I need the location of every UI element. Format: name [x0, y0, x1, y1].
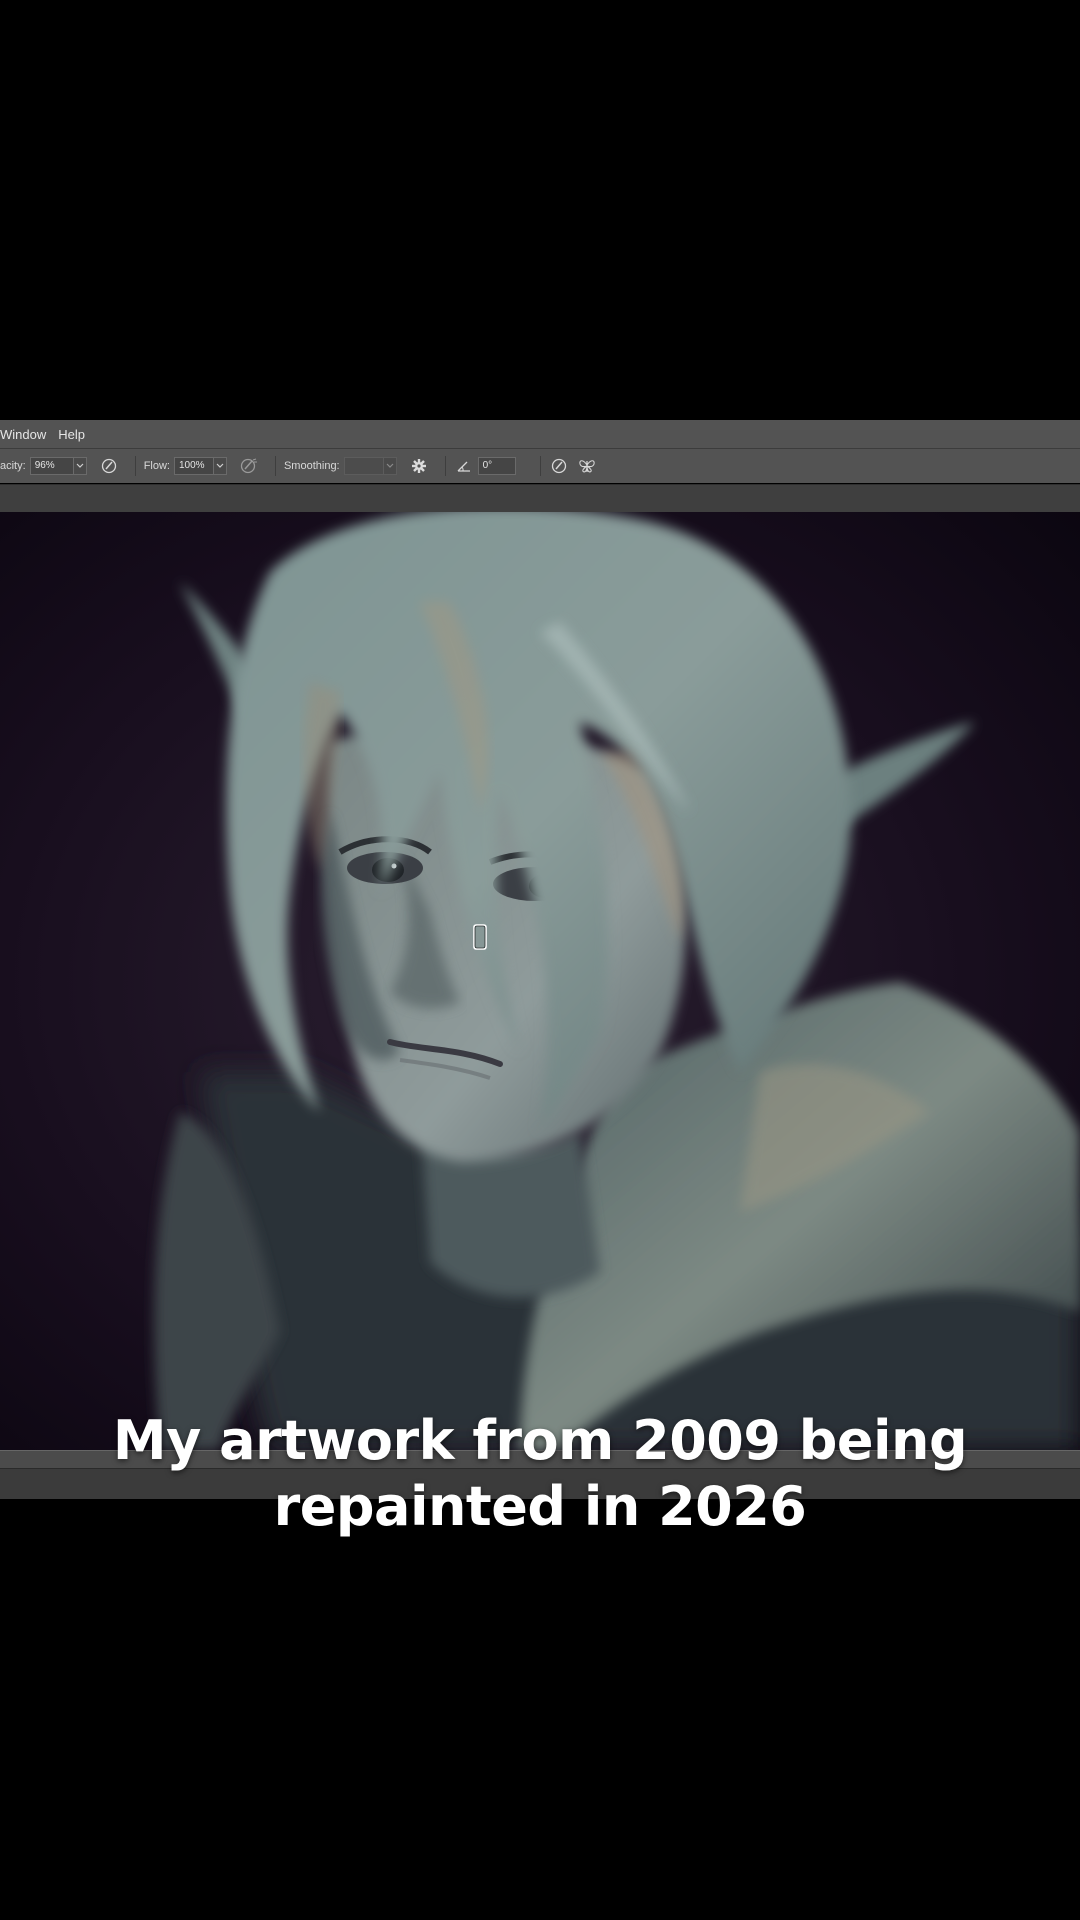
video-frame: Window Help acity: 96% Flow: 100% Smooth… [0, 0, 1080, 1920]
symmetry-butterfly-icon [578, 460, 595, 473]
gear-icon [411, 459, 426, 473]
separator [134, 456, 136, 476]
pressure-size-icon [551, 458, 566, 474]
separator [444, 456, 446, 476]
caption-line-2: repainted in 2026 [273, 1475, 807, 1538]
brush-options-bar: acity: 96% Flow: 100% Smoothing: 0° [0, 449, 1080, 483]
separator [539, 456, 541, 476]
menu-window[interactable]: Window [0, 427, 52, 442]
menu-help[interactable]: Help [58, 427, 91, 442]
document-canvas[interactable] [0, 512, 1080, 1450]
caption-line-1: My artwork from 2009 being [112, 1409, 968, 1472]
flow-dropdown[interactable] [213, 457, 227, 475]
separator [274, 456, 276, 476]
painting-artwork [0, 512, 1080, 1450]
chevron-down-icon [386, 463, 394, 468]
opacity-dropdown[interactable] [73, 457, 87, 475]
flow-field[interactable]: 100% [173, 457, 214, 475]
angle-field[interactable]: 0° [477, 457, 516, 475]
document-tab-strip [0, 484, 1080, 513]
opacity-pressure-button[interactable] [99, 456, 119, 476]
menu-bar: Window Help [0, 420, 1080, 449]
video-caption: My artwork from 2009 being repainted in … [0, 1408, 1080, 1540]
chevron-down-icon [216, 463, 224, 468]
pressure-size-button[interactable] [549, 456, 569, 476]
smoothing-label: Smoothing: [283, 460, 340, 472]
smoothing-dropdown[interactable] [383, 457, 397, 475]
smoothing-settings-button[interactable] [409, 456, 429, 476]
pressure-opacity-icon [101, 458, 116, 474]
flow-label: Flow: [143, 460, 170, 472]
opacity-field[interactable]: 96% [29, 457, 74, 475]
opacity-label: acity: [0, 460, 26, 472]
airbrush-button[interactable] [239, 456, 259, 476]
angle-icon-wrap [454, 456, 474, 476]
chevron-down-icon [76, 463, 84, 468]
angle-icon [457, 461, 470, 472]
smoothing-field[interactable] [343, 457, 384, 475]
airbrush-icon [240, 458, 257, 474]
symmetry-button[interactable] [577, 456, 597, 476]
